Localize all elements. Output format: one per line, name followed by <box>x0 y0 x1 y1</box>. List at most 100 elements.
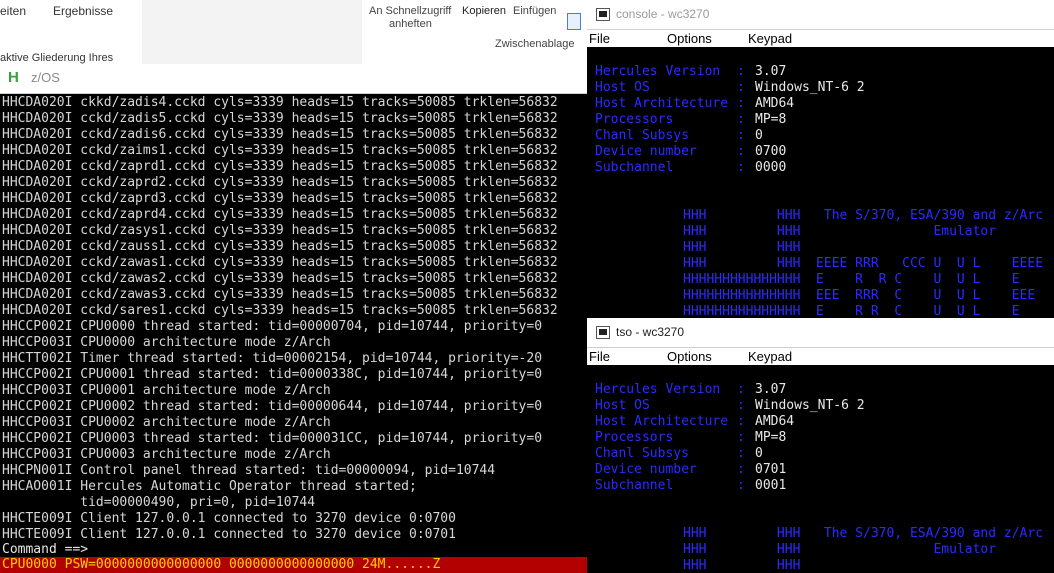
log-line: HHCDA020I cckd/zadis5.cckd cyls=3339 hea… <box>2 111 558 126</box>
log-line: HHCDA020I cckd/zaprd3.cckd cyls=3339 hea… <box>2 191 558 206</box>
info-separator: : <box>737 112 745 127</box>
info-value: 0 <box>755 128 763 143</box>
info-value: 0000 <box>755 160 787 175</box>
info-label: Host OS <box>595 398 650 413</box>
clipboard-group-label: Zwischenablage <box>495 38 575 50</box>
console-title-bar[interactable]: console - wc3270 <box>587 0 1054 30</box>
info-value: Windows_NT-6 2 <box>755 398 865 413</box>
menu-keypad[interactable]: Keypad <box>748 30 792 47</box>
info-label: Host Architecture <box>595 96 729 111</box>
log-line: tid=00000490, pri=0, pid=10744 <box>2 495 316 510</box>
tso-title-bar[interactable]: tso - wc3270 <box>587 318 1054 348</box>
info-separator: : <box>737 144 745 159</box>
log-line: HHCTE009I Client 127.0.0.1 connected to … <box>2 527 456 542</box>
paste-icon[interactable] <box>567 13 581 30</box>
console-menu-bar: File Options Keypad <box>587 30 1054 47</box>
log-line: HHCDA020I cckd/zaprd2.cckd cyls=3339 hea… <box>2 175 558 190</box>
info-label: Chanl Subsys <box>595 446 689 461</box>
hercules-icon: H <box>8 69 19 86</box>
pin-quick-access-line2[interactable]: anheften <box>389 18 432 30</box>
info-value: 0701 <box>755 462 787 477</box>
info-value: 0 <box>755 446 763 461</box>
info-value: AMD64 <box>755 414 795 429</box>
console-window-title: console - wc3270 <box>616 7 710 21</box>
hercules-logo-line: HHH HHH <box>683 240 801 255</box>
log-line: HHCCP002I CPU0000 thread started: tid=00… <box>2 319 543 334</box>
log-line: HHCCP002I CPU0003 thread started: tid=00… <box>2 431 543 446</box>
info-separator: : <box>737 414 745 429</box>
info-label: Host Architecture <box>595 414 729 429</box>
copy-button[interactable]: Kopieren <box>462 5 506 17</box>
menu-options[interactable]: Options <box>667 30 712 47</box>
info-label: Hercules Version <box>595 382 721 397</box>
info-value: 0001 <box>755 478 787 493</box>
info-value: MP=8 <box>755 430 787 445</box>
menu-file[interactable]: File <box>589 348 610 365</box>
pin-quick-access-line1[interactable]: An Schnellzugriff <box>369 5 451 17</box>
log-line: HHCAO001I Hercules Automatic Operator th… <box>2 479 417 494</box>
info-separator: : <box>737 446 745 461</box>
hercules-logo-line: HHH HHH <box>683 558 801 573</box>
log-line: HHCCP003I CPU0000 architecture mode z/Ar… <box>2 335 331 350</box>
info-value: Windows_NT-6 2 <box>755 80 865 95</box>
log-line: HHCTT002I Timer thread started: tid=0000… <box>2 351 543 366</box>
info-label: Subchannel <box>595 478 674 493</box>
info-value: 0700 <box>755 144 787 159</box>
info-value: MP=8 <box>755 112 787 127</box>
log-line: HHCDA020I cckd/zawas2.cckd cyls=3339 hea… <box>2 271 558 286</box>
info-value: 3.07 <box>755 382 787 397</box>
hercules-logo-line: HHH HHH The S/370, ESA/390 and z/Arc <box>683 526 1044 541</box>
hercules-logo-line: HHH HHH The S/370, ESA/390 and z/Arc <box>683 208 1044 223</box>
info-separator: : <box>737 160 745 175</box>
log-line: HHCCP003I CPU0003 architecture mode z/Ar… <box>2 447 331 462</box>
zos-log-output: HHCDA020I ckkd/zadis4.cckd cyls=3339 hea… <box>2 95 587 543</box>
info-label: Device number <box>595 144 697 159</box>
status-bar: CPU0000 PSW=0000000000000000 00000000000… <box>0 557 587 573</box>
info-value: AMD64 <box>755 96 795 111</box>
info-separator: : <box>737 96 745 111</box>
paste-button[interactable]: Einfügen <box>513 5 556 17</box>
log-line: HHCCP003I CPU0001 architecture mode z/Ar… <box>2 383 331 398</box>
log-line: HHCCP002I CPU0001 thread started: tid=00… <box>2 367 543 382</box>
info-value: 3.07 <box>755 64 787 79</box>
info-separator: : <box>737 398 745 413</box>
zos-window-title: z/OS <box>31 70 60 85</box>
hercules-logo-line: HHHHHHHHHHHHHHH EEE RRR C U U L EEE <box>683 288 1036 303</box>
ribbon-tab-results[interactable]: Ergebnisse <box>53 4 113 18</box>
command-prompt: Command ==> <box>2 542 89 557</box>
info-label: Chanl Subsys <box>595 128 689 143</box>
tso-window-title: tso - wc3270 <box>616 325 685 339</box>
log-line: HHCPN001I Control panel thread started: … <box>2 463 496 478</box>
log-line: HHCDA020I cckd/zaprd1.cckd cyls=3339 hea… <box>2 159 558 174</box>
menu-keypad[interactable]: Keypad <box>748 348 792 365</box>
ribbon-tab-partial[interactable]: eiten <box>0 4 26 18</box>
info-separator: : <box>737 80 745 95</box>
tso-wc3270-window: tso - wc3270 File Options Keypad Hercule… <box>587 318 1054 573</box>
log-line: HHCDA020I cckd/zawas3.cckd cyls=3339 hea… <box>2 287 558 302</box>
info-label: Hercules Version <box>595 64 721 79</box>
command-input[interactable]: Command ==> <box>2 542 88 558</box>
log-line: HHCCP002I CPU0002 thread started: tid=00… <box>2 399 543 414</box>
zos-title-bar[interactable]: H z/OS <box>0 64 587 94</box>
info-label: Subchannel <box>595 160 674 175</box>
info-separator: : <box>737 64 745 79</box>
log-line: HHCDA020I cckd/zauss1.cckd cyls=3339 hea… <box>2 239 558 254</box>
hercules-logo-line: HHH HHH EEEE RRR CCC U U L EEEE <box>683 256 1044 271</box>
info-separator: : <box>737 462 745 477</box>
log-line: HHCDA020I cckd/zaims1.cckd cyls=3339 hea… <box>2 143 558 158</box>
menu-options[interactable]: Options <box>667 348 712 365</box>
info-separator: : <box>737 128 745 143</box>
log-line: HHCDA020I cckd/sares1.cckd cyls=3339 hea… <box>2 303 558 318</box>
info-label: Processors <box>595 430 674 445</box>
log-line: HHCDA020I cckd/zasys1.cckd cyls=3339 hea… <box>2 223 558 238</box>
log-line: HHCCP003I CPU0002 architecture mode z/Ar… <box>2 415 331 430</box>
info-separator: : <box>737 382 745 397</box>
log-line: HHCDA020I cckd/zawas1.cckd cyls=3339 hea… <box>2 255 558 270</box>
ribbon-results-area: Ergebnisse <box>53 0 363 64</box>
hercules-logo-line: HHH HHH Emulator <box>683 542 997 557</box>
terminal-icon <box>596 326 610 339</box>
log-line: HHCTE009I Client 127.0.0.1 connected to … <box>2 511 456 526</box>
menu-file[interactable]: File <box>589 30 610 47</box>
hercules-logo-line: HHH HHH Emulator <box>683 224 997 239</box>
hercules-logo-line: HHHHHHHHHHHHHHH E R R C U U L E <box>683 272 1020 287</box>
